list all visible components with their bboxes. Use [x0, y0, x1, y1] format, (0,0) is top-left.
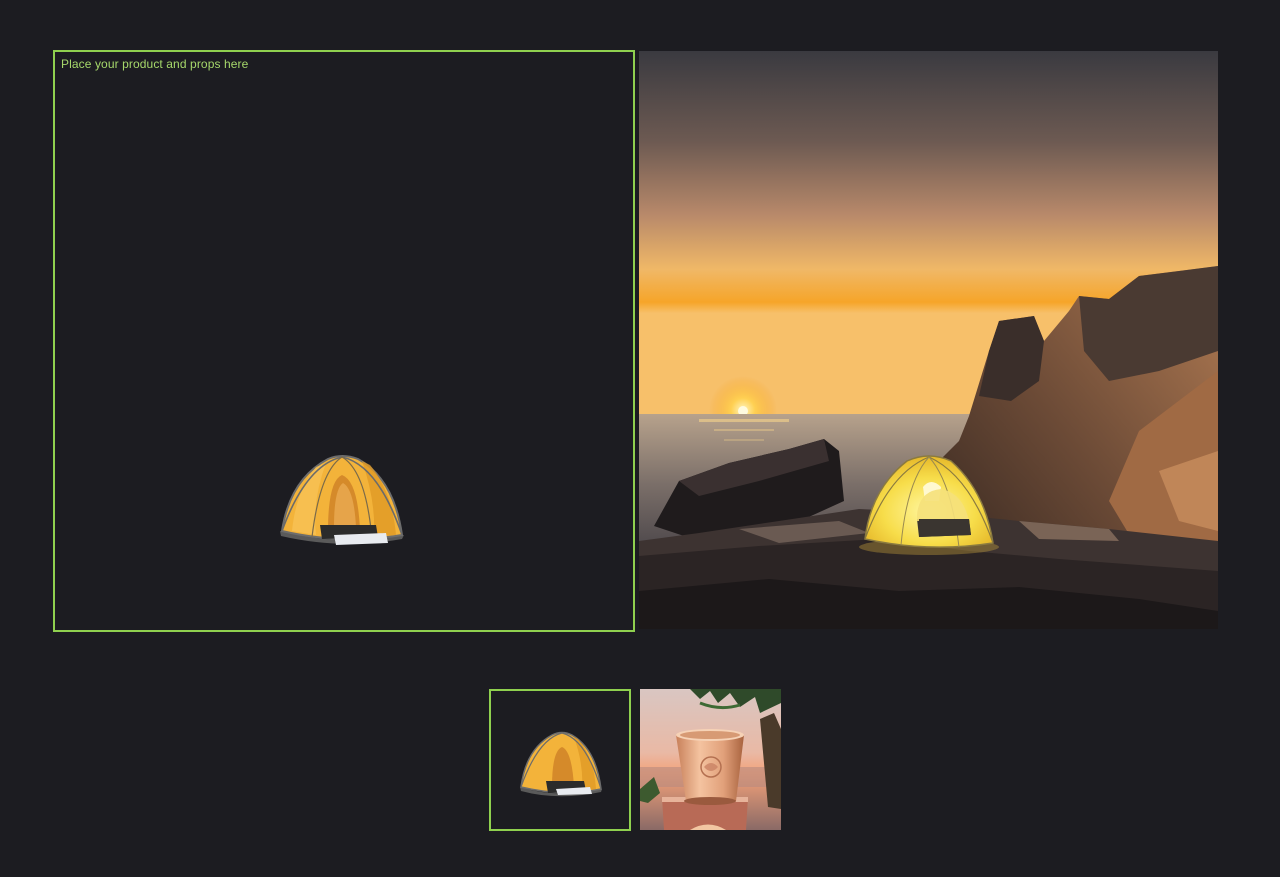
thumbnail-tent[interactable]: [489, 689, 631, 831]
copper-cup-icon: [640, 689, 781, 830]
tent-icon: [280, 455, 404, 545]
app-stage: Place your product and props here: [0, 0, 1280, 877]
composition-canvas[interactable]: Place your product and props here: [53, 50, 635, 632]
sunset-scene-image: [639, 51, 1218, 629]
thumbnail-strip: [489, 689, 782, 831]
thumbnail-copper-cup[interactable]: [640, 689, 781, 830]
product-tent[interactable]: [276, 451, 408, 549]
canvas-hint-text: Place your product and props here: [61, 57, 249, 71]
tent-icon: [491, 691, 629, 829]
generated-result-image: [639, 51, 1218, 629]
